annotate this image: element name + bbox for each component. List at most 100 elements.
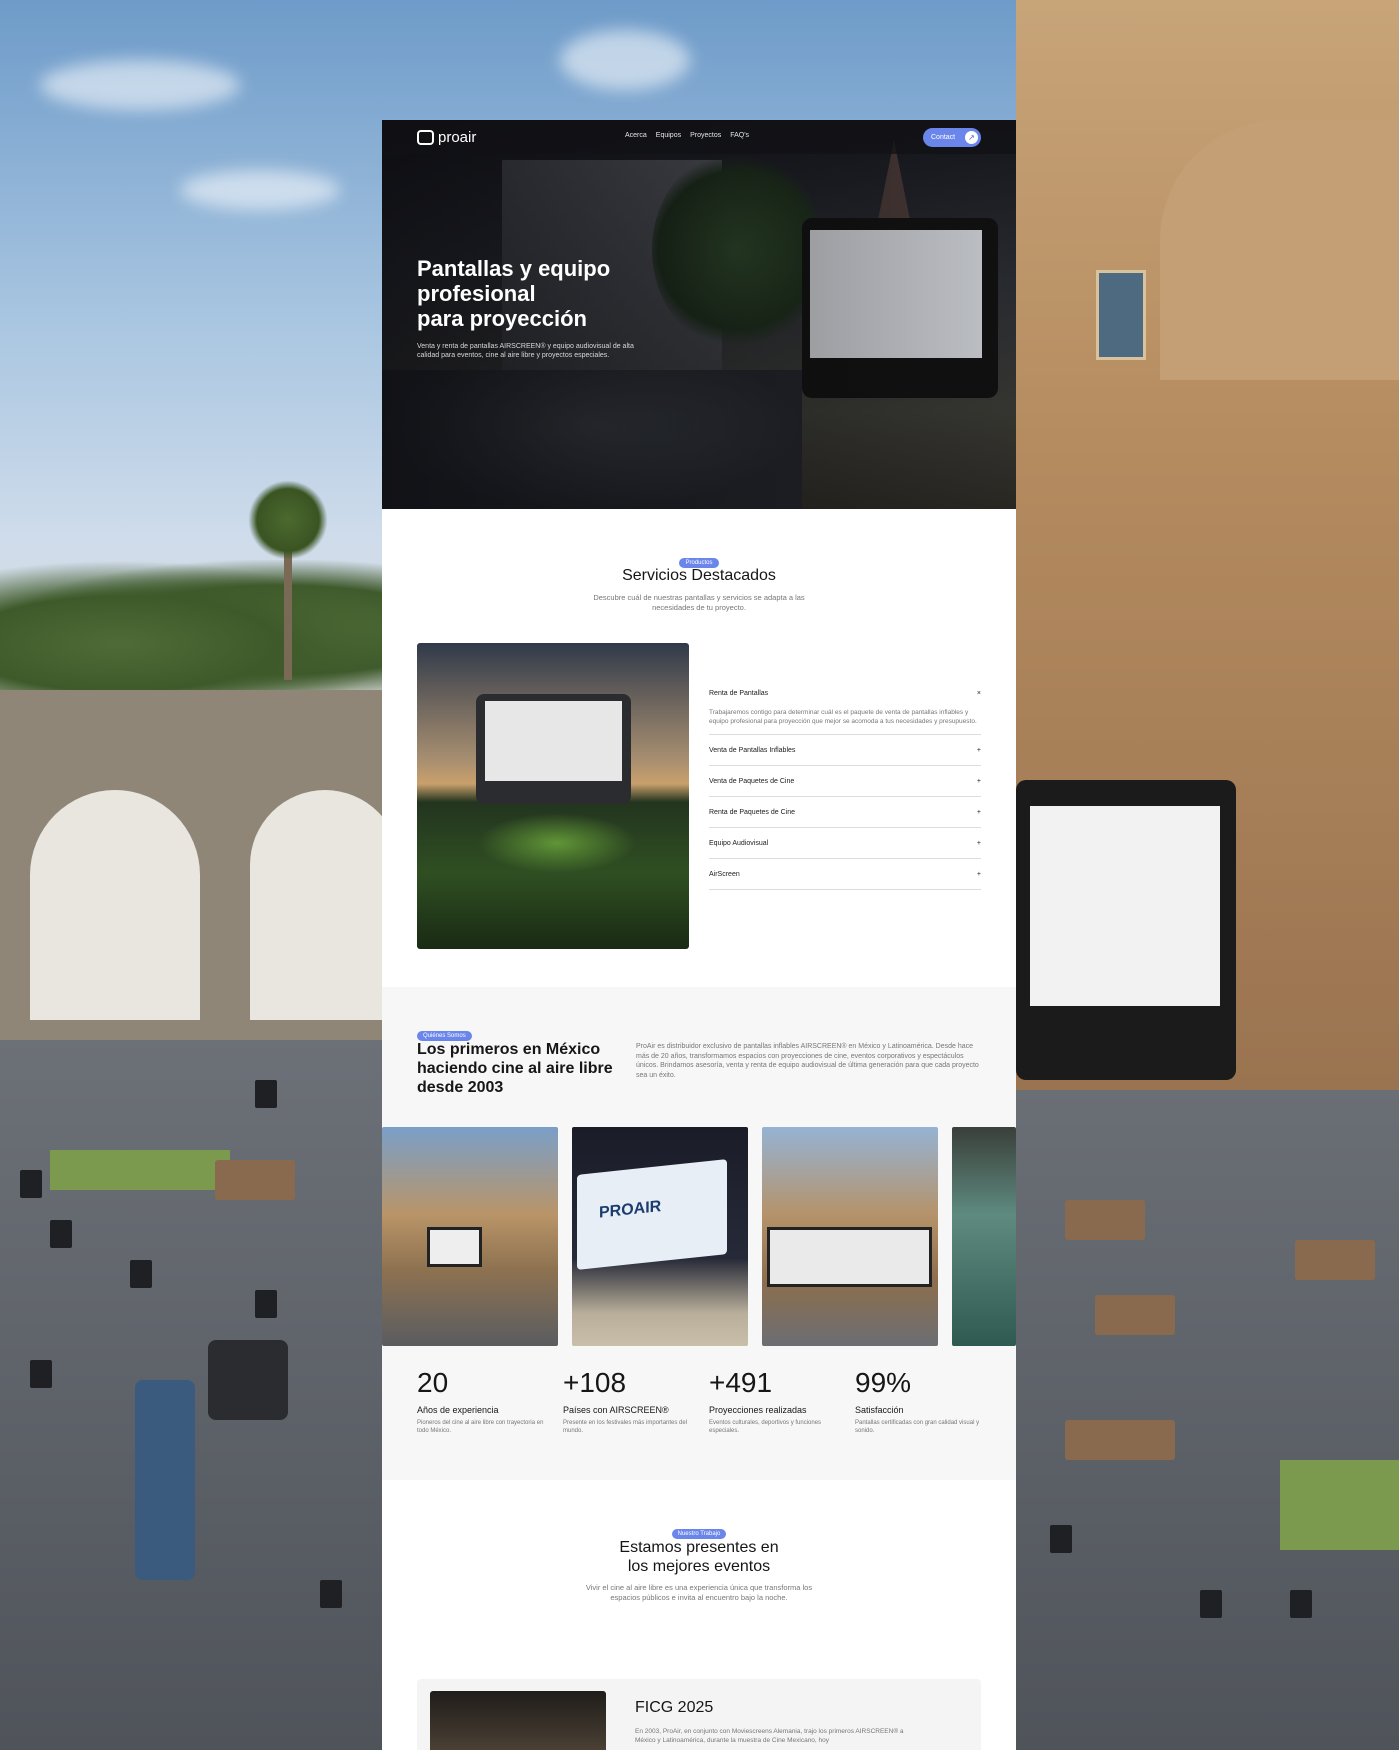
stat-number: 99%: [855, 1367, 912, 1398]
hero-title-line: para proyección: [417, 306, 587, 331]
accordion-label: Equipo Audiovisual: [709, 839, 769, 847]
product-screen-surface: [485, 701, 622, 781]
background-trees: [0, 560, 400, 700]
gallery-photo-cathedral[interactable]: [382, 1127, 558, 1346]
hero-subtitle: Venta y renta de pantallas AIRSCREEN® y …: [417, 343, 634, 359]
close-icon[interactable]: ×: [977, 690, 981, 697]
plus-icon[interactable]: +: [977, 871, 981, 878]
work-tag-wrap: Nuestro Trabajo: [382, 1520, 1016, 1539]
chair: [1050, 1525, 1072, 1553]
accordion-label: Venta de Pantallas Inflables: [709, 746, 796, 754]
chair: [130, 1260, 152, 1288]
work-subtitle-line: Vivir el cine al aire libre es una exper…: [585, 1583, 813, 1592]
nav-link-proyectos[interactable]: Proyectos: [690, 132, 721, 139]
plus-icon[interactable]: +: [977, 778, 981, 785]
stat-number: +108: [563, 1367, 627, 1398]
logo[interactable]: proair: [417, 129, 476, 146]
accordion-header[interactable]: Renta de Pantallas ×: [709, 678, 981, 708]
cloud: [40, 60, 240, 110]
accordion-item-airscreen[interactable]: AirScreen +: [709, 859, 981, 890]
photo-gallery: PROAIR: [382, 1127, 1016, 1346]
plus-icon[interactable]: +: [977, 809, 981, 816]
work-title-line: los mejores eventos: [627, 1558, 771, 1575]
arrow-up-right-icon: ↗: [965, 131, 978, 144]
chair: [30, 1360, 52, 1388]
cloud: [560, 30, 690, 90]
chair: [20, 1170, 42, 1198]
product-image: [417, 643, 689, 949]
stat-description: Pioneros del cine al aire libre con tray…: [417, 1420, 544, 1434]
website-mockup: proair Acerca Equipos Proyectos FAQ's Co…: [382, 120, 1016, 1750]
person: [135, 1380, 195, 1580]
accordion-item-venta-paquetes[interactable]: Venta de Paquetes de Cine +: [709, 766, 981, 797]
gallery-screen: [427, 1227, 482, 1267]
chair: [1200, 1590, 1222, 1618]
accordion-header[interactable]: Venta de Pantallas Inflables +: [709, 735, 981, 765]
stat-countries: +108 Países con AIRSCREEN® Presente en l…: [563, 1367, 709, 1435]
gallery-photo-courtyard[interactable]: [762, 1127, 938, 1346]
grass-glow: [477, 813, 637, 873]
stat-label: Satisfacción: [855, 1405, 904, 1415]
palm-tree: [248, 480, 328, 560]
event-title: FICG 2025: [635, 1699, 714, 1716]
chair: [255, 1290, 277, 1318]
event-text: En 2003, ProAir, en conjunto con Moviesc…: [635, 1728, 904, 1744]
hero-title-line: Pantallas y equipo: [417, 256, 611, 281]
grass-patch: [1280, 1460, 1399, 1550]
stat-description: Pantallas certificadas con gran calidad …: [855, 1420, 980, 1434]
accordion-header[interactable]: Renta de Paquetes de Cine +: [709, 797, 981, 827]
hero-section: proair Acerca Equipos Proyectos FAQ's Co…: [382, 120, 1016, 509]
hero-title: Pantallas y equipo profesional para proy…: [417, 256, 657, 331]
logo-icon: [417, 129, 434, 145]
stat-label: Proyecciones realizadas: [709, 1405, 807, 1415]
arch: [30, 790, 200, 1020]
gallery-photo-beach[interactable]: PROAIR: [572, 1127, 748, 1346]
work-title: Estamos presentes en los mejores eventos: [382, 1538, 1016, 1576]
inflatable-screen-surface: [1030, 806, 1220, 1006]
about-section: Quiénes Somos Los primeros en México hac…: [382, 987, 1016, 1480]
services-tag-wrap: Productos: [382, 549, 1016, 568]
accordion-item-renta-pantallas[interactable]: Renta de Pantallas × Trabajaremos contig…: [709, 678, 981, 735]
bench: [1095, 1295, 1175, 1335]
gallery-photo-night[interactable]: [952, 1127, 1016, 1346]
contact-button[interactable]: Contact ↗: [923, 128, 981, 147]
services-subtitle-line: necesidades de tu proyecto.: [652, 603, 746, 612]
work-section: Nuestro Trabajo Estamos presentes en los…: [382, 1480, 1016, 1750]
accordion-item-renta-paquetes[interactable]: Renta de Paquetes de Cine +: [709, 797, 981, 828]
accordion-label: AirScreen: [709, 870, 740, 878]
accordion-item-venta-inflables[interactable]: Venta de Pantallas Inflables +: [709, 735, 981, 766]
top-nav: proair Acerca Equipos Proyectos FAQ's Co…: [382, 120, 1016, 154]
bench: [1065, 1420, 1175, 1460]
nav-link-acerca[interactable]: Acerca: [625, 132, 647, 139]
left-arcade: [0, 690, 400, 1050]
plus-icon[interactable]: +: [977, 840, 981, 847]
nav-links: Acerca Equipos Proyectos FAQ's: [625, 132, 749, 139]
accordion-header[interactable]: Equipo Audiovisual +: [709, 828, 981, 858]
accordion-body: Trabajaremos contigo para determinar cuá…: [709, 709, 977, 725]
accordion-header[interactable]: AirScreen +: [709, 859, 981, 889]
stats-row: 20 Años de experiencia Pioneros del cine…: [417, 1367, 1016, 1435]
cloud: [180, 170, 340, 210]
accordion-header[interactable]: Venta de Paquetes de Cine +: [709, 766, 981, 796]
chair: [1290, 1590, 1312, 1618]
accordion-item-equipo-audiovisual[interactable]: Equipo Audiovisual +: [709, 828, 981, 859]
event-card[interactable]: FICG 2025 En 2003, ProAir, en conjunto c…: [417, 1679, 981, 1750]
hero-title-line: profesional: [417, 281, 536, 306]
arch: [250, 790, 400, 1020]
plus-icon[interactable]: +: [977, 747, 981, 754]
accordion-label: Renta de Pantallas: [709, 689, 769, 697]
accordion-label: Venta de Paquetes de Cine: [709, 777, 795, 785]
nav-link-equipos[interactable]: Equipos: [656, 132, 681, 139]
stat-experience: 20 Años de experiencia Pioneros del cine…: [417, 1367, 563, 1435]
proair-screen-logo: PROAIR: [599, 1198, 662, 1222]
logo-text: proair: [438, 128, 477, 146]
services-title: Servicios Destacados: [622, 567, 776, 584]
stat-number: +491: [709, 1367, 773, 1398]
nav-link-faqs[interactable]: FAQ's: [730, 132, 749, 139]
gallery-screen: [767, 1227, 932, 1287]
bench: [1065, 1200, 1145, 1240]
dome: [1160, 120, 1399, 380]
chair: [320, 1580, 342, 1608]
window: [1096, 270, 1146, 360]
stat-description: Eventos culturales, deportivos y funcion…: [709, 1420, 822, 1434]
